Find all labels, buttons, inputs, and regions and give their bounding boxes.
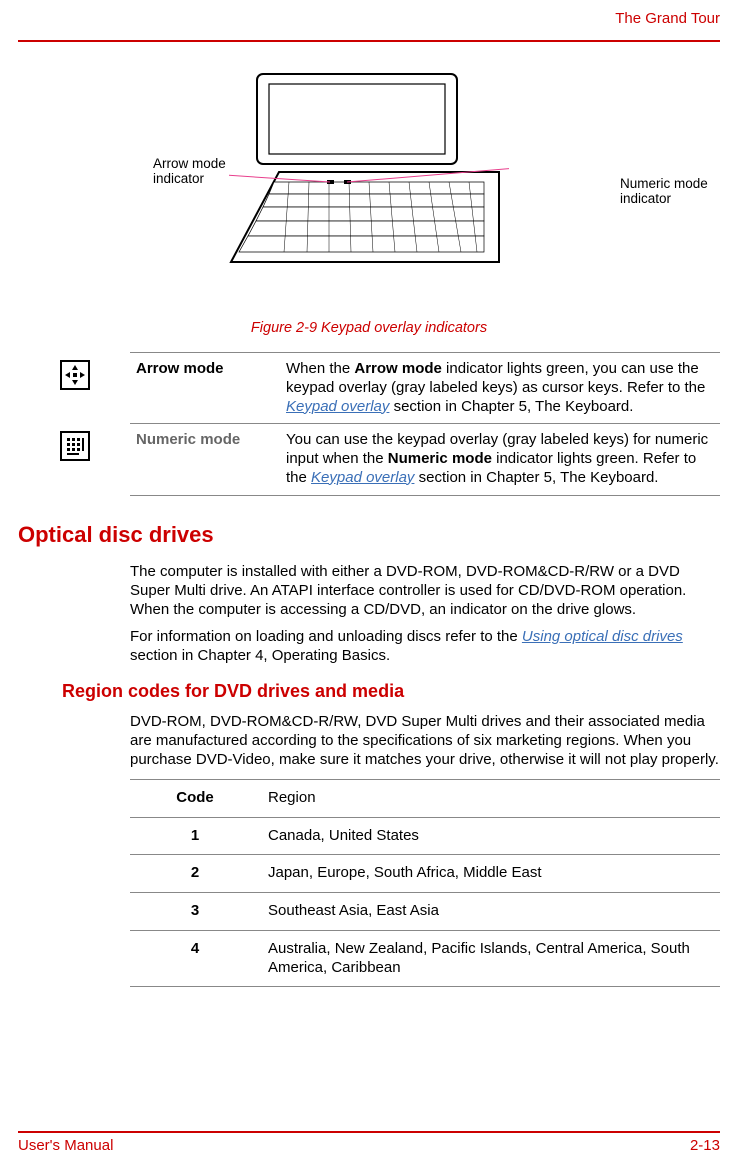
region-name: Canada, United States	[260, 817, 720, 855]
figure-caption: Figure 2-9 Keypad overlay indicators	[18, 320, 720, 336]
region-name: Southeast Asia, East Asia	[260, 893, 720, 931]
optical-reference-paragraph: For information on loading and unloading…	[130, 627, 720, 665]
definition-row-arrow: Arrow mode When the Arrow mode indicator…	[130, 353, 720, 424]
region-code: 1	[130, 817, 260, 855]
header-code: Code	[130, 779, 260, 817]
region-code: 3	[130, 893, 260, 931]
page-footer: User's Manual 2-13	[18, 1131, 720, 1154]
table-row: 2 Japan, Europe, South Africa, Middle Ea…	[130, 855, 720, 893]
indicator-definitions-table: Arrow mode When the Arrow mode indicator…	[130, 352, 720, 496]
figure-keypad-overlay: Arrow mode indicator Numeric mode indica…	[18, 62, 720, 312]
footer-manual-label: User's Manual	[18, 1137, 113, 1154]
table-row: 4 Australia, New Zealand, Pacific Island…	[130, 930, 720, 987]
arrow-mode-description: When the Arrow mode indicator lights gre…	[284, 353, 720, 424]
using-optical-disc-drives-link[interactable]: Using optical disc drives	[522, 628, 683, 645]
definition-row-numeric: Numeric mode You can use the keypad over…	[130, 424, 720, 495]
region-code: 2	[130, 855, 260, 893]
callout-numeric-mode: Numeric mode indicator	[620, 177, 720, 207]
numeric-mode-description: You can use the keypad overlay (gray lab…	[284, 424, 720, 495]
region-codes-paragraph: DVD-ROM, DVD-ROM&CD-R/RW, DVD Super Mult…	[130, 712, 720, 769]
region-code: 4	[130, 930, 260, 987]
optical-intro-paragraph: The computer is installed with either a …	[130, 562, 720, 619]
numeric-mode-label: Numeric mode	[134, 424, 284, 495]
header-region: Region	[260, 779, 720, 817]
region-name: Australia, New Zealand, Pacific Islands,…	[260, 930, 720, 987]
laptop-illustration	[229, 62, 509, 282]
numeric-mode-icon	[60, 431, 90, 461]
heading-region-codes: Region codes for DVD drives and media	[62, 681, 720, 702]
keypad-overlay-link-2[interactable]: Keypad overlay	[311, 469, 414, 486]
header-rule	[18, 40, 720, 42]
heading-optical-disc-drives: Optical disc drives	[18, 522, 720, 548]
callout-arrow-mode: Arrow mode indicator	[153, 157, 243, 187]
arrow-mode-icon	[60, 360, 90, 390]
region-codes-table: Code Region 1 Canada, United States 2 Ja…	[130, 779, 720, 988]
region-name: Japan, Europe, South Africa, Middle East	[260, 855, 720, 893]
table-row: 3 Southeast Asia, East Asia	[130, 893, 720, 931]
arrow-mode-label: Arrow mode	[134, 353, 284, 424]
footer-page-number: 2-13	[690, 1137, 720, 1154]
table-header-row: Code Region	[130, 779, 720, 817]
chapter-title: The Grand Tour	[615, 10, 720, 27]
table-row: 1 Canada, United States	[130, 817, 720, 855]
keypad-overlay-link[interactable]: Keypad overlay	[286, 398, 389, 415]
